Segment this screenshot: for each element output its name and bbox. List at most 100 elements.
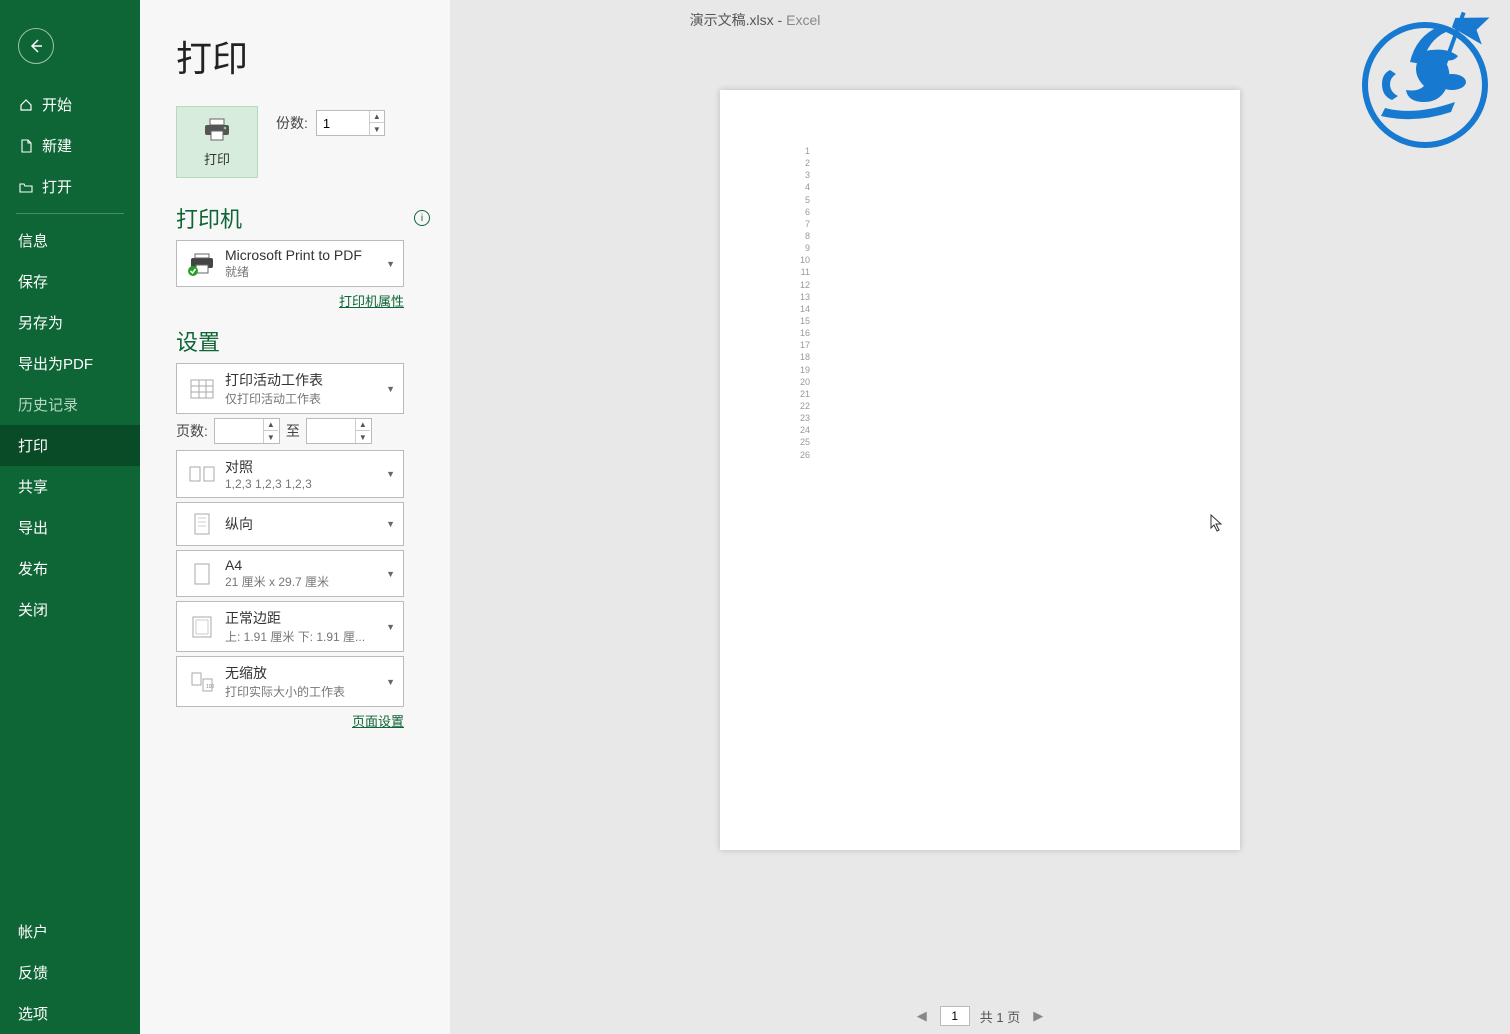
spinner-up-icon[interactable]: ▲ [356,419,370,431]
sidebar-item-open[interactable]: 打开 [0,166,140,207]
collate-sub: 1,2,3 1,2,3 1,2,3 [225,477,386,491]
sidebar-item-print[interactable]: 打印 [0,425,140,466]
sidebar-item-label: 开始 [42,94,72,115]
copies-input[interactable] [317,113,369,134]
sidebar-item-new[interactable]: 新建 [0,125,140,166]
preview-row-number: 10 [796,254,810,266]
spinner-down-icon[interactable]: ▼ [264,431,278,443]
next-page-button[interactable]: ▶ [1030,1008,1046,1024]
sidebar-item-label: 发布 [18,558,48,579]
printer-name: Microsoft Print to PDF [225,247,386,263]
spinner-down-icon[interactable]: ▼ [370,123,384,135]
page-setup-link[interactable]: 页面设置 [352,714,404,729]
backstage-sidebar: 开始 新建 打开 信息 保存 另存为 导出为PDF 历史记录 打印 共享 导出 … [0,0,140,1034]
chevron-down-icon: ▼ [386,469,395,479]
preview-row-number: 13 [796,291,810,303]
titlebar-sep: - [774,12,786,28]
sidebar-item-label: 帐户 [18,921,48,942]
sidebar-item-exportpdf[interactable]: 导出为PDF [0,343,140,384]
pages-to-label: 至 [286,421,300,441]
sidebar-item-info[interactable]: 信息 [0,220,140,261]
paper-size-dropdown[interactable]: A4 21 厘米 x 29.7 厘米 ▼ [176,550,404,597]
page-info-label: 共 1 页 [980,1007,1020,1026]
sidebar-item-options[interactable]: 选项 [0,993,140,1034]
chevron-down-icon: ▼ [386,519,395,529]
print-what-title: 打印活动工作表 [225,370,386,390]
pages-from-input[interactable]: ▲▼ [214,418,280,444]
sidebar-item-home[interactable]: 开始 [0,84,140,125]
titlebar-app: Excel [786,12,820,28]
titlebar: 演示文稿.xlsx - Excel [690,10,821,30]
file-icon [18,138,34,154]
sidebar-item-save[interactable]: 保存 [0,261,140,302]
back-button[interactable] [18,28,54,64]
sidebar-item-label: 新建 [42,135,72,156]
sidebar-item-share[interactable]: 共享 [0,466,140,507]
preview-row-number: 16 [796,327,810,339]
chevron-down-icon: ▼ [386,622,395,632]
main-area: 打印 打印 份数: [140,0,1510,1034]
knight-watermark [1340,0,1510,170]
spinner-up-icon[interactable]: ▲ [370,111,384,123]
preview-page: 1234567891011121314151617181920212223242… [720,90,1240,850]
sidebar-item-saveas[interactable]: 另存为 [0,302,140,343]
portrait-icon [185,509,219,539]
printer-status: 就绪 [225,263,386,280]
collate-dropdown[interactable]: 对照 1,2,3 1,2,3 1,2,3 ▼ [176,450,404,498]
pages-to-input[interactable]: ▲▼ [306,418,372,444]
preview-row-number: 23 [796,412,810,424]
copies-spinner[interactable]: ▲▼ [316,110,385,136]
preview-row-number: 1 [796,145,810,157]
printer-icon [202,117,232,143]
preview-row-number: 11 [796,266,810,278]
paper-title: A4 [225,557,386,573]
preview-row-number: 6 [796,206,810,218]
sidebar-item-history[interactable]: 历史记录 [0,384,140,425]
sidebar-item-feedback[interactable]: 反馈 [0,952,140,993]
svg-text:100: 100 [206,684,214,690]
printer-dropdown[interactable]: Microsoft Print to PDF 就绪 ▼ [176,240,404,287]
current-page-input[interactable] [940,1006,970,1026]
sidebar-item-label: 反馈 [18,962,48,983]
sidebar-item-label: 另存为 [18,312,63,333]
preview-row-number: 15 [796,315,810,327]
info-icon[interactable]: i [414,210,430,226]
preview-row-number: 22 [796,400,810,412]
sheets-icon [185,374,219,404]
sidebar-item-close[interactable]: 关闭 [0,589,140,630]
spinner-down-icon[interactable]: ▼ [356,431,370,443]
preview-row-numbers: 1234567891011121314151617181920212223242… [796,145,1164,461]
margins-dropdown[interactable]: 正常边距 上: 1.91 厘米 下: 1.91 厘... ▼ [176,601,404,652]
sidebar-item-label: 保存 [18,271,48,292]
preview-row-number: 2 [796,157,810,169]
sidebar-item-account[interactable]: 帐户 [0,911,140,952]
orientation-dropdown[interactable]: 纵向 ▼ [176,502,404,546]
sidebar-item-export[interactable]: 导出 [0,507,140,548]
sidebar-divider [16,213,124,214]
prev-page-button[interactable]: ◀ [914,1008,930,1024]
spinner-up-icon[interactable]: ▲ [264,419,278,431]
scaling-dropdown[interactable]: 100 无缩放 打印实际大小的工作表 ▼ [176,656,404,707]
sidebar-item-label: 导出为PDF [18,353,93,374]
printer-properties-link[interactable]: 打印机属性 [339,294,404,309]
sidebar-item-label: 打开 [42,176,72,197]
preview-row-number: 26 [796,449,810,461]
preview-row-number: 12 [796,279,810,291]
preview-row-number: 18 [796,351,810,363]
preview-row-number: 3 [796,169,810,181]
preview-row-number: 7 [796,218,810,230]
print-what-dropdown[interactable]: 打印活动工作表 仅打印活动工作表 ▼ [176,363,404,414]
preview-row-number: 24 [796,424,810,436]
collate-icon [185,459,219,489]
sidebar-item-label: 导出 [18,517,48,538]
page-icon [185,559,219,589]
home-icon [18,97,34,113]
sidebar-item-publish[interactable]: 发布 [0,548,140,589]
print-button[interactable]: 打印 [176,106,258,178]
preview-row-number: 9 [796,242,810,254]
printer-section-title: 打印机 [176,202,242,234]
preview-row-number: 21 [796,388,810,400]
preview-row-number: 17 [796,339,810,351]
sidebar-item-label: 关闭 [18,599,48,620]
preview-row-number: 20 [796,376,810,388]
